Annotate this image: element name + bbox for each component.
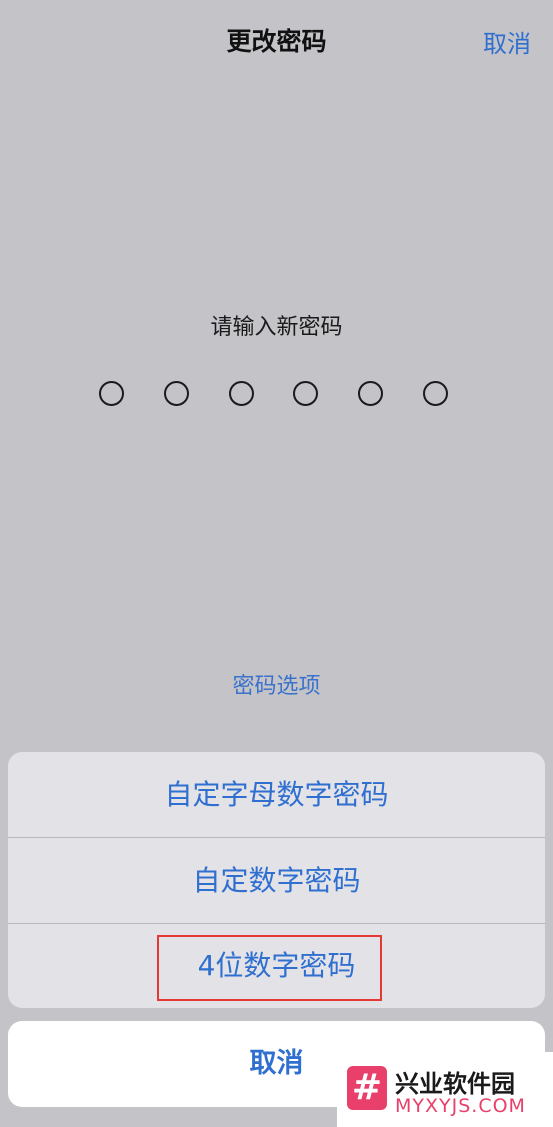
- passcode-dots: [99, 381, 455, 411]
- watermark-url: MYXYJS.COM: [395, 1095, 526, 1117]
- sheet-item-custom-numeric[interactable]: 自定数字密码: [8, 838, 545, 923]
- passcode-dot-empty-icon: [99, 381, 124, 406]
- sheet-item-custom-alphanumeric[interactable]: 自定字母数字密码: [8, 752, 545, 837]
- passcode-dot-empty-icon: [423, 381, 448, 406]
- watermark-title: 兴业软件园: [395, 1070, 515, 1098]
- passcode-prompt: 请输入新密码: [210, 315, 343, 340]
- page-title: 更改密码: [226, 27, 327, 56]
- watermark-logo-icon: #: [347, 1066, 387, 1110]
- passcode-dot-empty-icon: [358, 381, 383, 406]
- watermark: # 兴业软件园 MYXYJS.COM: [337, 1052, 553, 1127]
- highlight-box: [157, 935, 382, 1001]
- passcode-options-link[interactable]: 密码选项: [0, 668, 553, 700]
- passcode-dot-empty-icon: [164, 381, 189, 406]
- passcode-dot-empty-icon: [293, 381, 318, 406]
- nav-cancel-button[interactable]: 取消: [483, 24, 531, 59]
- passcode-dot-empty-icon: [229, 381, 254, 406]
